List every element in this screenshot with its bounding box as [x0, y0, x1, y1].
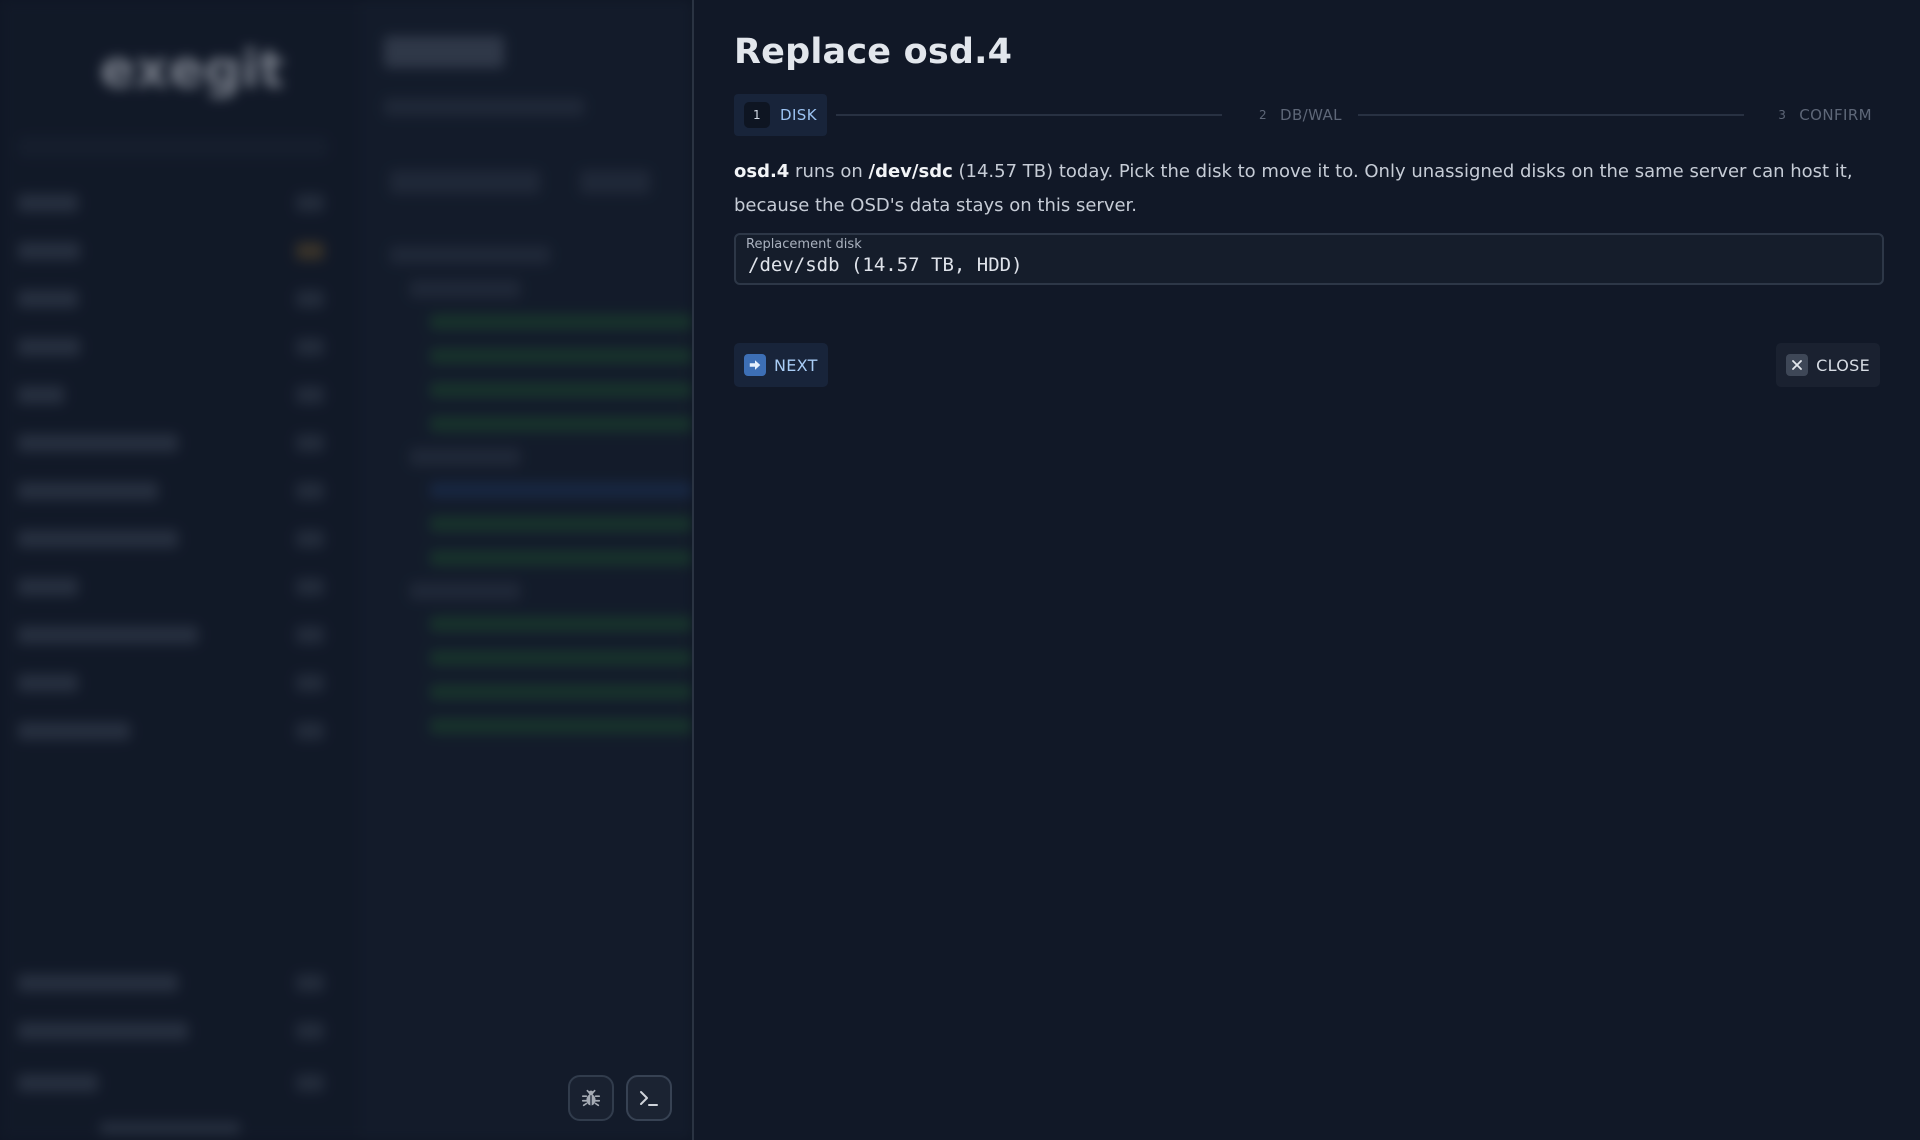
replacement-disk-select[interactable]: Replacement disk /dev/sdb (14.57 TB, HDD…: [734, 233, 1884, 285]
close-button[interactable]: CLOSE: [1776, 343, 1880, 387]
background-chip: [390, 246, 550, 264]
step-label: DB/WAL: [1280, 106, 1342, 124]
close-icon: [1786, 354, 1809, 376]
background-search: [18, 136, 328, 158]
step-label: DISK: [780, 106, 817, 124]
background-chip: [410, 280, 520, 298]
background-nav-badge: [296, 338, 324, 356]
background-row: [430, 616, 692, 632]
background-nav-item: [18, 1074, 98, 1092]
background-nav-badge: [296, 530, 324, 548]
background-nav-badge: [296, 974, 324, 992]
description-text: runs on: [789, 161, 869, 182]
background-chip: [390, 170, 540, 194]
background-version: [100, 1122, 240, 1134]
background-nav-badge: [296, 482, 324, 500]
background-chip: [410, 448, 520, 466]
step-connector: [1358, 114, 1744, 116]
next-label: NEXT: [774, 355, 818, 375]
bug-icon: [581, 1089, 601, 1107]
background-row: [430, 482, 692, 498]
background-nav-badge: [296, 722, 324, 740]
step-label: CONFIRM: [1799, 106, 1872, 124]
next-button[interactable]: NEXT: [734, 343, 828, 387]
current-device: /dev/sdc: [868, 161, 953, 182]
terminal-icon: [640, 1091, 658, 1106]
osd-name: osd.4: [734, 161, 790, 182]
step-disk[interactable]: 1 DISK: [734, 94, 827, 136]
wizard-stepper: 1 DISK 2 DB/WAL 3 CONFIRM: [734, 94, 1882, 136]
step-number: 2: [1258, 108, 1268, 122]
background-nav-badge: [296, 290, 324, 308]
debug-button[interactable]: [568, 1075, 614, 1121]
background-nav-item: [18, 194, 78, 212]
background-nav-item: [18, 1022, 188, 1040]
step-db-wal[interactable]: 2 DB/WAL: [1244, 94, 1352, 136]
background-nav-badge: [296, 1074, 324, 1092]
background-row: [430, 416, 692, 432]
background-row: [430, 516, 692, 532]
background-row: [430, 314, 692, 330]
drawer-title: Replace osd.4: [734, 32, 1013, 72]
arrow-right-icon: [744, 354, 766, 376]
background-nav-item: [18, 626, 198, 644]
background-row: [430, 348, 692, 364]
replace-osd-drawer: Replace osd.4 1 DISK 2 DB/WAL 3 CONFIRM …: [692, 0, 1920, 1140]
background-row: [430, 382, 692, 398]
background-nav-item: [18, 530, 178, 548]
background-nav-badge: [296, 674, 324, 692]
step-connector: [836, 114, 1222, 116]
background-sidebar: exegit: [0, 0, 360, 1140]
close-label: CLOSE: [1816, 355, 1870, 375]
background-nav-badge: [296, 1022, 324, 1040]
background-nav-item: [18, 242, 80, 260]
background-nav-badge: [296, 194, 324, 212]
replacement-disk-label: Replacement disk: [746, 237, 862, 252]
background-chip: [384, 98, 584, 116]
background-main-title: [384, 36, 504, 68]
terminal-button[interactable]: [626, 1075, 672, 1121]
background-row: [430, 718, 692, 734]
background-nav-badge: [296, 386, 324, 404]
background-main: [360, 0, 692, 1140]
background-logo: exegit: [100, 40, 284, 100]
replace-description: osd.4 runs on /dev/sdc (14.57 TB) today.…: [734, 155, 1882, 223]
step-confirm[interactable]: 3 CONFIRM: [1763, 94, 1882, 136]
background-nav-item: [18, 974, 178, 992]
step-number: 1: [744, 102, 770, 128]
background-row: [430, 550, 692, 566]
background-nav-item: [18, 290, 78, 308]
background-nav-item: [18, 338, 80, 356]
background-nav-item: [18, 722, 130, 740]
replacement-disk-value: /dev/sdb (14.57 TB, HDD): [748, 254, 1023, 276]
background-nav-item: [18, 386, 64, 404]
background-nav-item: [18, 434, 178, 452]
background-chip: [580, 170, 650, 194]
background-app: exegit: [0, 0, 692, 1140]
step-number: 3: [1778, 108, 1787, 122]
background-chip: [410, 582, 520, 600]
background-nav-badge: [296, 626, 324, 644]
background-row: [430, 684, 692, 700]
background-row: [430, 650, 692, 666]
background-nav-item: [18, 578, 78, 596]
background-nav-badge: [296, 242, 324, 260]
background-nav-badge: [296, 434, 324, 452]
background-nav-badge: [296, 578, 324, 596]
background-nav-item: [18, 674, 78, 692]
background-nav-item: [18, 482, 158, 500]
